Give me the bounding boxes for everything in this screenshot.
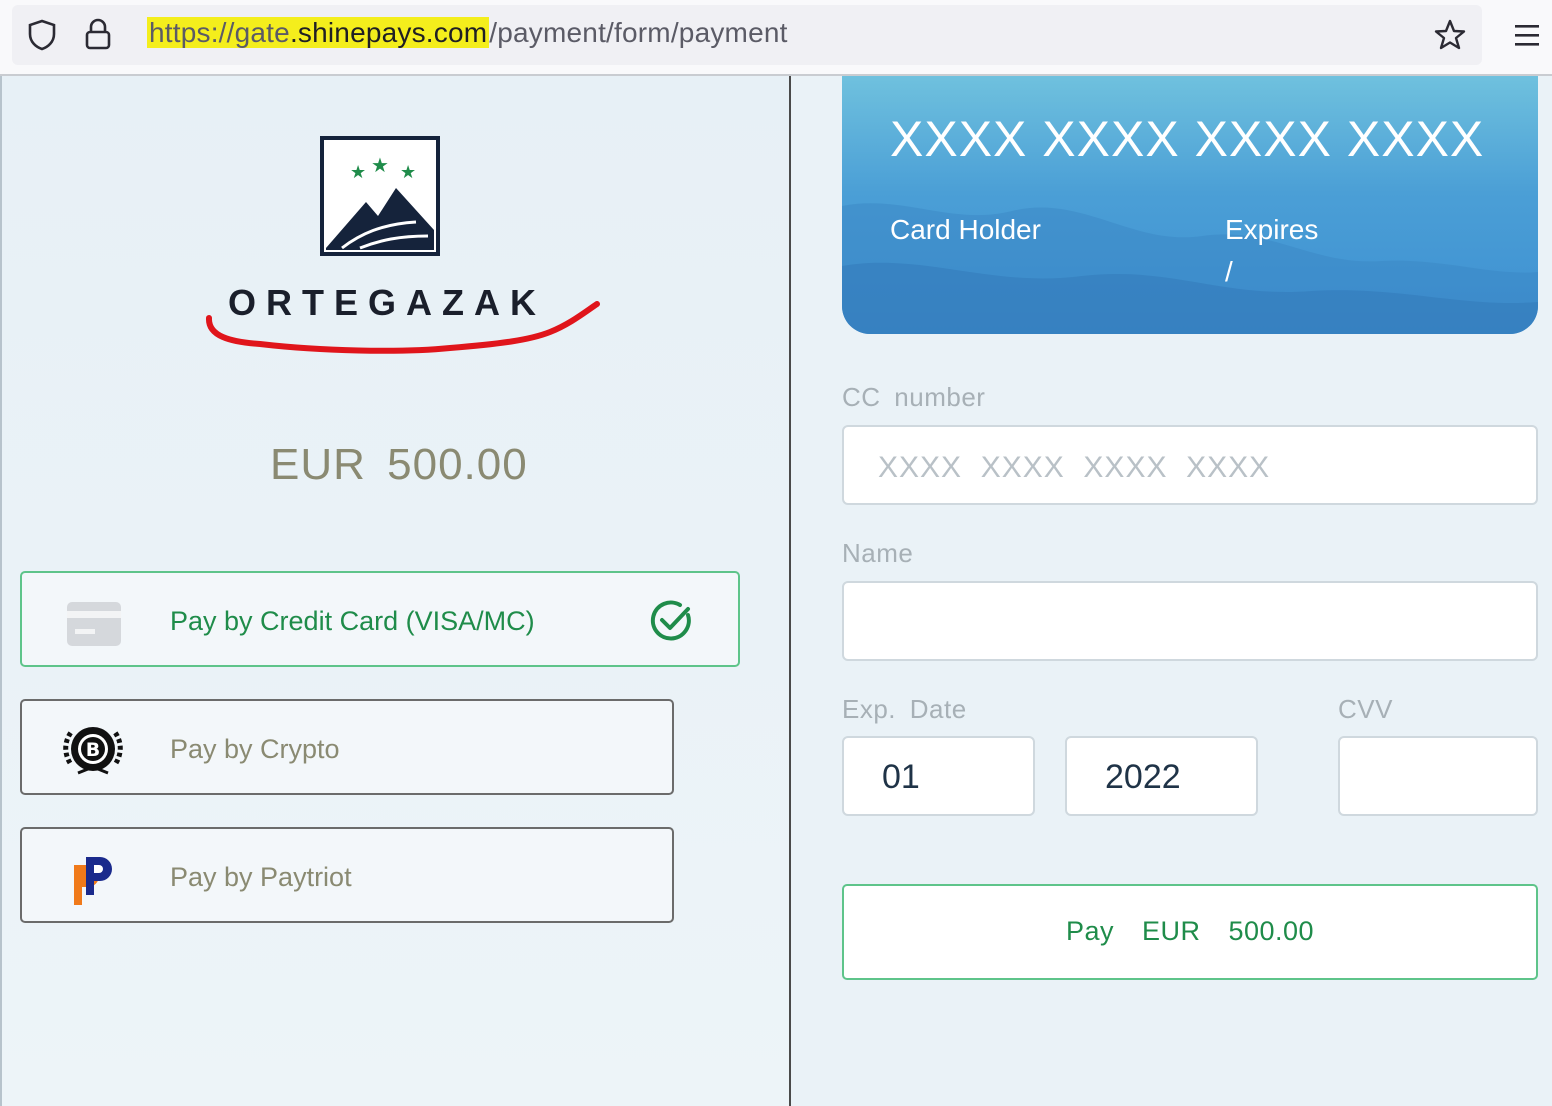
merchant-logo: ★ ★ ★ — [320, 136, 440, 256]
cc-number-placeholder: XXXX XXXX XXXX XXXX — [878, 451, 1271, 484]
pay-method-label: Pay by Paytriot — [170, 862, 352, 892]
browser-toolbar: https://gate.shinepays.com/payment/form/… — [0, 0, 1552, 76]
name-label: Name — [842, 538, 914, 568]
pay-method-credit-card[interactable]: Pay by Credit Card (VISA/MC) — [20, 571, 740, 667]
svg-text:B: B — [86, 739, 100, 761]
bitcoin-icon: B — [60, 719, 126, 786]
exp-year-select[interactable]: 2022 — [1065, 736, 1258, 816]
exp-date-label: Exp. Date — [842, 694, 967, 724]
check-circle-icon — [650, 599, 694, 648]
cvv-label: CVV — [1338, 694, 1393, 724]
svg-text:★: ★ — [371, 153, 389, 177]
svg-text:★: ★ — [400, 162, 416, 183]
red-underline-annotation — [206, 301, 600, 354]
star-icon[interactable] — [1432, 17, 1468, 53]
card-number-preview: XXXX XXXX XXXX XXXX — [890, 111, 1485, 167]
order-amount: EUR 500.00 — [270, 440, 528, 489]
exp-year-value: 2022 — [1105, 758, 1181, 796]
cc-number-input[interactable]: XXXX XXXX XXXX XXXX — [842, 425, 1538, 505]
shield-icon[interactable] — [26, 19, 58, 51]
paytriot-icon — [70, 851, 118, 912]
cc-number-label: CC number — [842, 382, 986, 412]
pay-method-crypto[interactable]: B Pay by Crypto — [20, 699, 674, 795]
exp-month-value: 01 — [882, 758, 920, 796]
expires-label: Expires — [1225, 214, 1319, 245]
svg-text:★: ★ — [350, 162, 366, 183]
url-domain: .shinepays.com — [289, 17, 488, 48]
pay-button-label: Pay EUR 500.00 — [1065, 916, 1315, 946]
name-input[interactable] — [842, 581, 1538, 661]
url-text[interactable]: https://gate.shinepays.com/payment/form/… — [147, 17, 788, 49]
card-holder-label: Card Holder — [890, 214, 1041, 245]
credit-card-icon — [66, 601, 122, 652]
url-path: /payment/form/payment — [489, 17, 788, 48]
pay-method-label: Pay by Crypto — [170, 734, 340, 764]
pay-method-label: Pay by Credit Card (VISA/MC) — [170, 606, 535, 636]
pay-button[interactable]: Pay EUR 500.00 — [842, 884, 1538, 980]
expires-value: / — [1225, 256, 1233, 287]
mountain-logo-icon: ★ ★ ★ — [320, 136, 440, 256]
exp-month-select[interactable]: 01 — [842, 736, 1035, 816]
address-bar[interactable]: https://gate.shinepays.com/payment/form/… — [12, 5, 1482, 65]
hamburger-menu-icon[interactable] — [1512, 20, 1542, 50]
cvv-input[interactable] — [1338, 736, 1538, 816]
pay-method-paytriot[interactable]: Pay by Paytriot — [20, 827, 674, 923]
url-scheme: https://gate — [149, 17, 290, 48]
card-preview: XXXX XXXX XXXX XXXX Card Holder Expires … — [842, 76, 1538, 334]
lock-icon[interactable] — [82, 17, 114, 51]
